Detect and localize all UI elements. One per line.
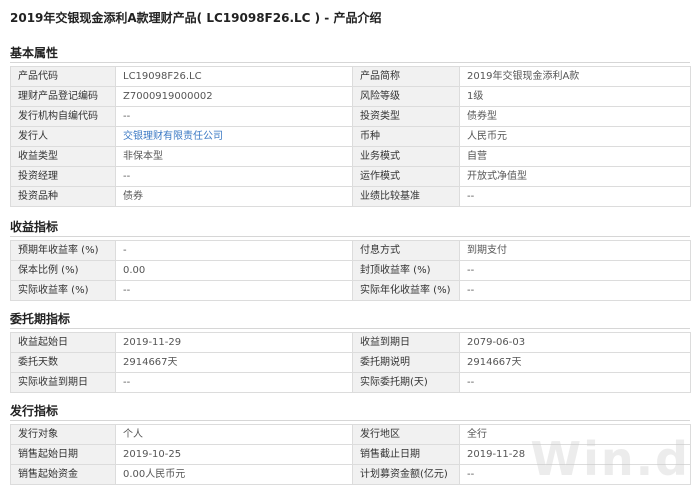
section-divider xyxy=(10,328,690,329)
table-row: 预期年收益率 (%) - 付息方式 到期支付 xyxy=(10,240,691,261)
table-row: 实际收益率 (%) -- 实际年化收益率 (%) -- xyxy=(10,280,691,301)
field-value: 债券 xyxy=(115,186,353,207)
field-value: Z7000919000002 xyxy=(115,86,353,107)
field-label: 风险等级 xyxy=(352,86,460,107)
table-row: 投资品种 债券 业绩比较基准 -- xyxy=(10,186,691,207)
field-label: 投资品种 xyxy=(10,186,116,207)
table-row: 销售起始资金 0.00人民币元 计划募资金额(亿元) -- xyxy=(10,464,691,485)
field-value: -- xyxy=(115,166,353,187)
field-value: 2019-11-29 xyxy=(115,332,353,353)
entrust-period-table: 收益起始日 2019-11-29 收益到期日 2079-06-03 委托天数 2… xyxy=(10,332,691,393)
field-label: 投资经理 xyxy=(10,166,116,187)
field-value: 2079-06-03 xyxy=(459,332,691,353)
field-label: 保本比例 (%) xyxy=(10,260,116,281)
yield-indicators-table: 预期年收益率 (%) - 付息方式 到期支付 保本比例 (%) 0.00 封顶收… xyxy=(10,240,691,301)
table-row: 销售起始日期 2019-10-25 销售截止日期 2019-11-28 xyxy=(10,444,691,465)
field-label: 产品简称 xyxy=(352,66,460,87)
issuance-indicators-table: 发行对象 个人 发行地区 全行 销售起始日期 2019-10-25 销售截止日期… xyxy=(10,424,691,485)
field-label: 理财产品登记编码 xyxy=(10,86,116,107)
field-value: -- xyxy=(115,106,353,127)
table-row: 收益类型 非保本型 业务模式 自营 xyxy=(10,146,691,167)
field-label: 产品代码 xyxy=(10,66,116,87)
field-value: 0.00 xyxy=(115,260,353,281)
table-row: 发行对象 个人 发行地区 全行 xyxy=(10,424,691,445)
field-value: -- xyxy=(459,464,691,485)
field-value: - xyxy=(115,240,353,261)
field-value: 到期支付 xyxy=(459,240,691,261)
field-label: 封顶收益率 (%) xyxy=(352,260,460,281)
issuer-link[interactable]: 交银理财有限责任公司 xyxy=(123,131,223,142)
field-value: 自营 xyxy=(459,146,691,167)
section-divider xyxy=(10,236,690,237)
section-title-basic: 基本属性 xyxy=(10,46,59,60)
field-value: -- xyxy=(459,372,691,393)
field-label: 实际收益率 (%) xyxy=(10,280,116,301)
field-value: 2914667天 xyxy=(115,352,353,373)
field-value: 人民币元 xyxy=(459,126,691,147)
field-label: 实际年化收益率 (%) xyxy=(352,280,460,301)
table-row: 发行人 交银理财有限责任公司 币种 人民币元 xyxy=(10,126,691,147)
field-value: -- xyxy=(115,372,353,393)
field-value: -- xyxy=(459,186,691,207)
field-value: 开放式净值型 xyxy=(459,166,691,187)
section-title-issuance: 发行指标 xyxy=(10,404,59,418)
section-divider xyxy=(10,62,690,63)
field-label: 业绩比较基准 xyxy=(352,186,460,207)
field-label: 计划募资金额(亿元) xyxy=(352,464,460,485)
field-label: 发行对象 xyxy=(10,424,116,445)
field-label: 付息方式 xyxy=(352,240,460,261)
table-row: 保本比例 (%) 0.00 封顶收益率 (%) -- xyxy=(10,260,691,281)
section-divider xyxy=(10,420,690,421)
field-value: 0.00人民币元 xyxy=(115,464,353,485)
table-row: 投资经理 -- 运作模式 开放式净值型 xyxy=(10,166,691,187)
page-title: 2019年交银现金添利A款理财产品( LC19098F26.LC ) - 产品介… xyxy=(10,11,382,25)
field-value: 2914667天 xyxy=(459,352,691,373)
field-label: 发行人 xyxy=(10,126,116,147)
field-value: 2019年交银现金添利A款 xyxy=(459,66,691,87)
field-value: -- xyxy=(115,280,353,301)
field-label: 实际委托期(天) xyxy=(352,372,460,393)
field-value: 全行 xyxy=(459,424,691,445)
field-label: 委托期说明 xyxy=(352,352,460,373)
basic-attributes-table: 产品代码 LC19098F26.LC 产品简称 2019年交银现金添利A款 理财… xyxy=(10,66,691,207)
field-label: 业务模式 xyxy=(352,146,460,167)
section-title-entrust: 委托期指标 xyxy=(10,312,71,326)
field-label: 收益到期日 xyxy=(352,332,460,353)
field-value: 债券型 xyxy=(459,106,691,127)
field-label: 预期年收益率 (%) xyxy=(10,240,116,261)
table-row: 理财产品登记编码 Z7000919000002 风险等级 1级 xyxy=(10,86,691,107)
field-label: 实际收益到期日 xyxy=(10,372,116,393)
table-row: 委托天数 2914667天 委托期说明 2914667天 xyxy=(10,352,691,373)
field-label: 币种 xyxy=(352,126,460,147)
table-row: 收益起始日 2019-11-29 收益到期日 2079-06-03 xyxy=(10,332,691,353)
field-value: -- xyxy=(459,280,691,301)
section-title-yield: 收益指标 xyxy=(10,220,59,234)
field-label: 发行机构自编代码 xyxy=(10,106,116,127)
field-label: 委托天数 xyxy=(10,352,116,373)
table-row: 发行机构自编代码 -- 投资类型 债券型 xyxy=(10,106,691,127)
field-value: -- xyxy=(459,260,691,281)
field-value: 2019-11-28 xyxy=(459,444,691,465)
field-label: 收益类型 xyxy=(10,146,116,167)
field-label: 发行地区 xyxy=(352,424,460,445)
field-label: 投资类型 xyxy=(352,106,460,127)
field-label: 收益起始日 xyxy=(10,332,116,353)
table-row: 产品代码 LC19098F26.LC 产品简称 2019年交银现金添利A款 xyxy=(10,66,691,87)
field-value: LC19098F26.LC xyxy=(115,66,353,87)
field-label: 运作模式 xyxy=(352,166,460,187)
field-label: 销售起始资金 xyxy=(10,464,116,485)
field-value: 个人 xyxy=(115,424,353,445)
field-value: 非保本型 xyxy=(115,146,353,167)
field-value: 2019-10-25 xyxy=(115,444,353,465)
field-value: 1级 xyxy=(459,86,691,107)
table-row: 实际收益到期日 -- 实际委托期(天) -- xyxy=(10,372,691,393)
field-label: 销售起始日期 xyxy=(10,444,116,465)
field-label: 销售截止日期 xyxy=(352,444,460,465)
